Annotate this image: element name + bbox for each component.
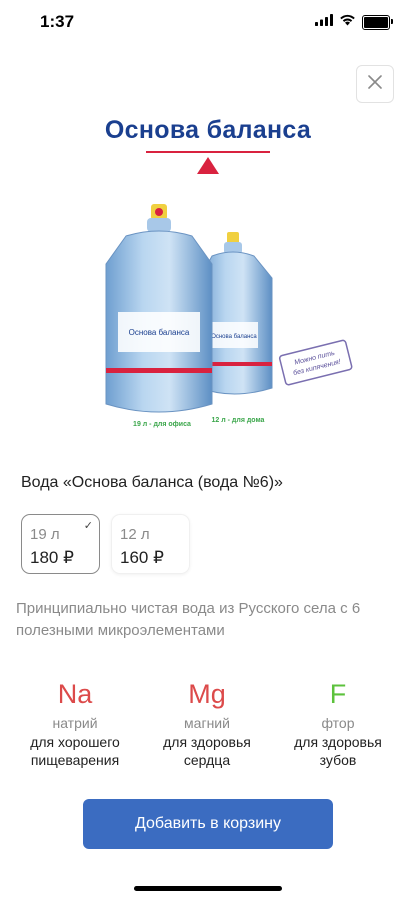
volume-label: 12 л [120,526,150,543]
water-bottles-illustration: Основа баланса Основа баланса Можно пить… [105,204,353,428]
volume-price: 180 ₽ [30,548,74,567]
product-title: Вода «Основа баланса (вода №6)» [21,474,283,491]
bottle-19l: Основа баланса [105,204,213,413]
close-icon[interactable] [367,74,383,95]
mineral-symbol: Mg [188,679,226,709]
status-icons [315,13,393,31]
mineral-benefit-line-1: для здоровья [294,734,382,750]
signal-icon [315,13,333,31]
add-to-cart-button[interactable]: Добавить в корзину [83,799,333,849]
mineral-name: магний [184,715,230,731]
bottle-label-small: Основа баланса [211,334,257,340]
bottle-label-large: Основа баланса [129,328,190,337]
mineral-benefit-line-2: пищеварения [30,752,120,768]
caption-12l: 12 л - для дома [212,417,265,424]
mineral-benefit-line-2: сердца [183,752,231,768]
brand-triangle-icon [197,157,219,174]
brand-title: Основа баланса [104,116,312,144]
sticker-no-boiling: Можно пить без кипячения! [278,339,353,386]
mineral-benefit-line-1: для здоровья [163,734,251,750]
close-button[interactable] [356,65,394,103]
status-time: 1:37 [40,12,75,31]
volume-price: 160 ₽ [120,548,164,567]
mineral-sodium: Na натрий для хорошего пищеварения [6,676,144,769]
mineral-symbol: Na [57,679,93,709]
mineral-fluorine: F фтор для здоровья зубов [269,676,407,769]
mineral-symbol: F [329,679,347,709]
wifi-icon [339,13,356,31]
mineral-name: натрий [52,715,98,731]
product-detail-screen: 1:37 Основа баланса Основа баланса Основ… [0,0,416,900]
mineral-name: фтор [321,715,355,731]
battery-icon [362,14,393,30]
volume-option-12l[interactable]: 12 л 160 ₽ [111,514,190,574]
caption-19l: 19 л - для офиса [133,421,191,428]
brand-logo: Основа баланса [0,116,416,174]
brand-underline [146,151,270,153]
mineral-magnesium: Mg магний для здоровья сердца [138,676,276,769]
checkmark-icon: ✓ [83,520,93,532]
volume-option-19l[interactable]: ✓ 19 л 180 ₽ [21,514,100,574]
status-bar: 1:37 [0,0,416,46]
mineral-benefit-line-1: для хорошего [30,734,120,750]
product-image: Основа баланса Основа баланса Можно пить… [96,192,362,432]
mineral-benefit-line-2: зубов [319,752,357,768]
home-indicator [134,886,282,891]
product-description: Принципиально чистая вода из Русского се… [16,600,361,639]
